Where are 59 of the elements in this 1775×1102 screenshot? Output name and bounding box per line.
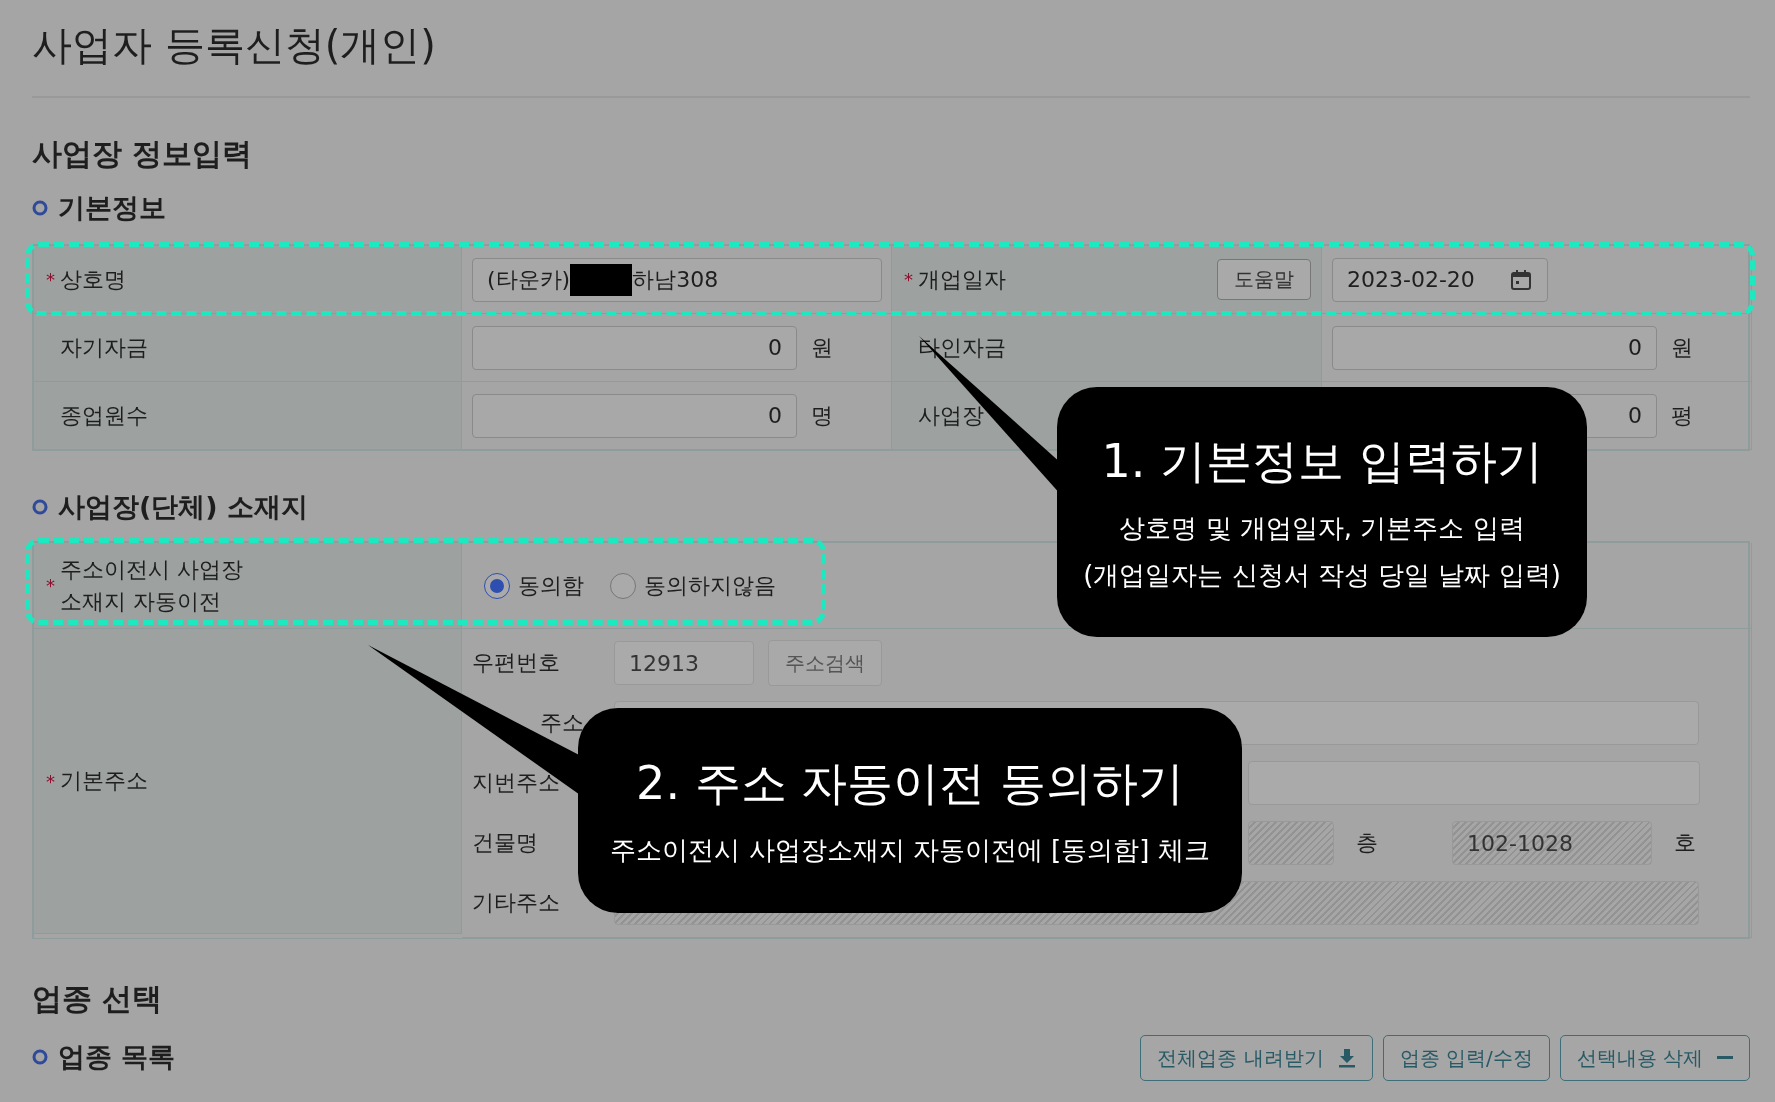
field-label: 기본주소 [60, 767, 148, 795]
field-value: 0 [1628, 335, 1642, 360]
help-button[interactable]: 도움말 [1217, 259, 1311, 300]
bullet-icon [32, 200, 48, 216]
field-value: 12913 [629, 650, 699, 676]
unit-label: 원 [1671, 333, 1693, 362]
field-label: 종업원수 [59, 401, 148, 430]
calendar-icon [1509, 267, 1533, 292]
field-label: 상호명 [60, 265, 126, 294]
field-label: 사업장 [917, 401, 984, 430]
field-value: 하남308 [632, 265, 719, 294]
radio-option[interactable]: 동의함 [484, 570, 584, 601]
field-label: 기타주소 [472, 889, 561, 917]
subsection-heading: 업종 목록 [58, 1040, 176, 1074]
field-label: 개업일자 [918, 265, 1006, 294]
required-mark: * [904, 269, 914, 290]
required-mark: * [46, 770, 56, 792]
callout-text: 상호명 및 개업일자, 기본주소 입력 [1119, 512, 1525, 545]
section-title: 사업장 정보입력 [32, 135, 254, 173]
number-field[interactable]: 0 [472, 325, 797, 370]
minus-icon [1717, 1056, 1733, 1060]
number-field[interactable]: 0 [1332, 325, 1657, 370]
room-field[interactable]: 102-1028 [1452, 821, 1652, 865]
bullet-icon [32, 499, 48, 515]
unit-label: 층 [1356, 829, 1378, 857]
field-value: 0 [768, 403, 782, 428]
callout-title: 1. 기본정보 입력하기 [1101, 433, 1543, 490]
download-icon [1337, 1048, 1356, 1068]
callout-title: 2. 주소 자동이전 동의하기 [636, 755, 1184, 812]
date-field[interactable]: 2023-02-20 [1332, 257, 1548, 302]
field-label: 건물명 [472, 829, 539, 857]
unit-label: 원 [811, 333, 833, 362]
section-title: 업종 선택 [32, 980, 164, 1018]
postal-code-field[interactable]: 12913 [614, 641, 754, 685]
radio-option[interactable]: 동의하지않음 [610, 570, 776, 601]
subsection-heading: 사업장(단체) 소재지 [58, 490, 309, 524]
field-value: 0 [1628, 403, 1642, 428]
business-name-field[interactable]: (타운카) 하남308 [472, 257, 882, 302]
subsection-heading: 기본정보 [58, 191, 166, 225]
field-label: 지번주소 [472, 769, 561, 797]
field-label: 소재지 자동이전 [60, 587, 222, 616]
field-value: (타운카) [487, 265, 571, 294]
page-title: 사업자 등록신청(개인) [32, 21, 437, 70]
field-label: 주소이전시 사업장 [60, 555, 243, 584]
callout-text: 주소이전시 사업장소재지 자동이전에 [동의함] 체크 [610, 834, 1210, 867]
required-mark: * [46, 575, 56, 596]
unit-label: 명 [811, 401, 833, 430]
unit-label: 평 [1671, 401, 1693, 430]
unit-label: 호 [1674, 829, 1696, 857]
callout-text: (개업일자는 신청서 작성 당일 날짜 입력) [1083, 559, 1561, 592]
field-label: 자기자금 [59, 333, 148, 362]
field-label: 우편번호 [472, 649, 561, 677]
required-mark: * [46, 269, 56, 290]
field-value: 0 [768, 335, 782, 360]
bullet-icon [32, 1049, 48, 1065]
field-value: 2023-02-20 [1347, 267, 1475, 292]
field-value: 102-1028 [1467, 830, 1573, 856]
field-label: 주소 [539, 709, 585, 737]
number-field[interactable]: 0 [472, 393, 797, 438]
